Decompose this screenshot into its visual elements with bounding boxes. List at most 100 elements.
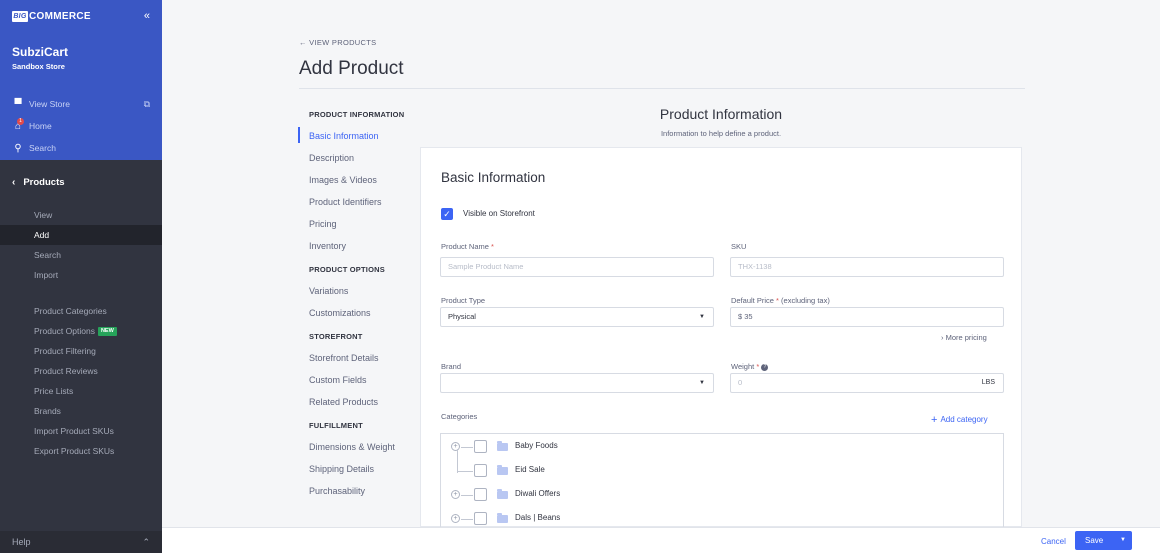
logo-text: COMMERCE (29, 10, 91, 22)
nav-item-description[interactable]: Description (309, 151, 419, 173)
sidebar-item-import[interactable]: Import (0, 265, 162, 285)
caret-down-icon: ▼ (699, 314, 705, 320)
product-type-select[interactable]: Physical ▼ (440, 307, 714, 327)
nav-item-variations[interactable]: Variations (309, 284, 419, 306)
product-name-label-text: Product Name (441, 242, 489, 251)
required-marker: * (776, 296, 779, 305)
storefront-icon: ▀ (14, 98, 22, 110)
default-price-input[interactable]: $ 35 (730, 307, 1004, 327)
bigcommerce-logo[interactable]: BIG COMMERCE (12, 10, 91, 22)
help-menu[interactable]: Help ⌃ (0, 531, 162, 553)
external-link-icon: ⧉ (143, 98, 150, 109)
nav-item-purchasability[interactable]: Purchasability (309, 484, 419, 506)
brand-select[interactable]: ▼ (440, 373, 714, 393)
caret-down-icon: ▼ (699, 380, 705, 386)
view-store-label: View Store (29, 99, 70, 109)
section-nav: PRODUCT INFORMATION Basic Information De… (298, 108, 419, 506)
notification-badge: 1 (17, 117, 24, 125)
category-row-baby-foods: + Baby Foods (441, 437, 1003, 473)
more-pricing-link[interactable]: › More pricing (941, 333, 987, 342)
search-link[interactable]: ⚲ Search (12, 137, 150, 159)
home-link[interactable]: ⌂ 1 Home (12, 115, 150, 137)
category-label: Eid Sale (515, 465, 545, 474)
nav-item-shipping-details[interactable]: Shipping Details (309, 462, 419, 484)
nav-item-inventory[interactable]: Inventory (309, 239, 419, 261)
sidebar-item-view[interactable]: View (0, 205, 162, 225)
visible-on-storefront-label: Visible on Storefront (463, 209, 535, 218)
section-label: Products (23, 177, 65, 188)
nav-item-product-identifiers[interactable]: Product Identifiers (309, 195, 419, 217)
sku-input[interactable]: THX-1138 (730, 257, 1004, 277)
category-checkbox[interactable] (474, 440, 487, 453)
weight-label: Weight * ? (731, 362, 769, 371)
sidebar-item-product-options[interactable]: Product Options NEW (0, 321, 162, 341)
brand-label: Brand (441, 362, 462, 371)
nav-item-customizations[interactable]: Customizations (309, 306, 419, 328)
visible-on-storefront-checkbox[interactable]: ✓ (441, 208, 453, 220)
logo-mark: BIG (12, 10, 28, 22)
nav-item-related-products[interactable]: Related Products (309, 395, 419, 417)
sidebar-item-product-filtering[interactable]: Product Filtering (0, 341, 162, 361)
divider (299, 88, 1025, 89)
expand-icon[interactable]: + (451, 442, 460, 451)
sidebar-item-import-skus[interactable]: Import Product SKUs (0, 421, 162, 441)
product-type-value: Physical (448, 312, 476, 321)
category-label: Baby Foods (515, 441, 558, 450)
view-products-link[interactable]: ← VIEW PRODUCTS (299, 38, 376, 47)
search-label: Search (29, 143, 56, 153)
nav-item-custom-fields[interactable]: Custom Fields (309, 373, 419, 395)
basic-information-card: Basic Information ✓ Visible on Storefron… (420, 147, 1022, 528)
nav-item-basic-information[interactable]: Basic Information (309, 129, 419, 151)
collapse-sidebar-icon[interactable]: « (144, 10, 150, 22)
add-category-button[interactable]: + Add category (931, 414, 988, 426)
section-subtitle: Information to help define a product. (660, 129, 782, 138)
save-button[interactable]: Save ▼ (1075, 531, 1132, 550)
help-icon[interactable]: ? (761, 363, 769, 371)
product-options-label: Product Options (34, 326, 95, 336)
sidebar-item-product-categories[interactable]: Product Categories (0, 301, 162, 321)
products-section-header[interactable]: ‹ Products (0, 160, 162, 205)
nav-item-images-videos[interactable]: Images & Videos (309, 173, 419, 195)
view-store-link[interactable]: ▀ View Store ⧉ (12, 93, 150, 115)
home-icon: ⌂ 1 (12, 117, 24, 132)
folder-icon (497, 465, 508, 475)
weight-label-text: Weight (731, 362, 755, 371)
weight-input[interactable]: 0 LBS (730, 373, 1004, 393)
sidebar-item-search[interactable]: Search (0, 245, 162, 265)
caret-down-icon[interactable]: ▼ (1120, 531, 1126, 550)
sku-label: SKU (731, 242, 747, 251)
tree-connector (461, 447, 473, 448)
cancel-button[interactable]: Cancel (1041, 537, 1066, 546)
category-label: Dals | Beans (515, 513, 561, 522)
nav-group-fulfillment: FULFILLMENT (309, 421, 363, 430)
chevron-left-icon: ‹ (12, 177, 16, 188)
categories-label: Categories (441, 412, 478, 421)
active-indicator (298, 127, 300, 143)
sidebar-item-add[interactable]: Add (0, 225, 162, 245)
nav-item-pricing[interactable]: Pricing (309, 217, 419, 239)
search-icon: ⚲ (14, 142, 22, 154)
sidebar-item-price-lists[interactable]: Price Lists (0, 381, 162, 401)
required-marker: * (491, 242, 494, 251)
expand-icon[interactable]: + (451, 514, 460, 523)
product-type-label: Product Type (441, 296, 486, 305)
nav-item-storefront-details[interactable]: Storefront Details (309, 351, 419, 373)
sidebar-item-export-skus[interactable]: Export Product SKUs (0, 441, 162, 461)
nav-item-dimensions-weight[interactable]: Dimensions & Weight (309, 440, 419, 462)
sidebar-item-product-reviews[interactable]: Product Reviews (0, 361, 162, 381)
category-checkbox[interactable] (474, 488, 487, 501)
section-title: Product Information (659, 106, 783, 122)
default-price-label-text: Default Price (731, 296, 774, 305)
product-name-input[interactable]: Sample Product Name (440, 257, 714, 277)
store-name: SubziCart (12, 45, 69, 59)
category-checkbox[interactable] (474, 464, 487, 477)
product-name-label: Product Name * (441, 242, 494, 251)
sidebar-item-brands[interactable]: Brands (0, 401, 162, 421)
tree-connector (457, 471, 473, 472)
expand-icon[interactable]: + (451, 490, 460, 499)
folder-icon (497, 513, 508, 523)
category-checkbox[interactable] (474, 512, 487, 525)
category-row-diwali-offers: + Diwali Offers (441, 485, 1003, 505)
plus-icon: + (931, 414, 938, 426)
category-row-eid-sale: Eid Sale (441, 461, 1003, 481)
